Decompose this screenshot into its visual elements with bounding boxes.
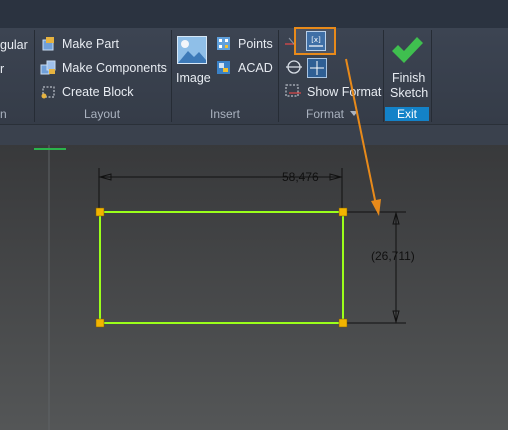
show-format-icon bbox=[285, 84, 301, 97]
cut-off-panel-label: n bbox=[0, 107, 7, 121]
svg-text:[x]: [x] bbox=[311, 36, 321, 44]
panel-separator bbox=[278, 30, 279, 122]
image-label: Image bbox=[176, 71, 211, 85]
acad-label: ACAD bbox=[238, 61, 273, 75]
grip-point[interactable] bbox=[95, 207, 105, 217]
panel-separator bbox=[431, 30, 432, 122]
show-format-label: Show Format bbox=[307, 85, 382, 99]
vertical-dimension-value[interactable]: (26,711) bbox=[371, 249, 415, 263]
grip-point[interactable] bbox=[338, 207, 348, 217]
layout-panel-label: Layout bbox=[84, 107, 121, 121]
horizontal-dimension-value[interactable]: 58,476 bbox=[282, 170, 319, 184]
points-icon bbox=[217, 37, 230, 50]
acad-icon bbox=[217, 61, 230, 74]
centerline-icon[interactable] bbox=[285, 58, 303, 76]
exit-panel-label: Exit bbox=[396, 107, 417, 121]
panel-separator bbox=[383, 30, 384, 122]
create-block-label: Create Block bbox=[62, 85, 134, 99]
format-panel-label: Format bbox=[306, 107, 345, 121]
make-components-label: Make Components bbox=[62, 61, 167, 75]
finish-sketch-label-line1: Finish bbox=[392, 71, 426, 85]
cut-off-command-label-2[interactable]: r bbox=[0, 62, 4, 76]
grip-point[interactable] bbox=[95, 318, 105, 328]
cut-off-command-label[interactable]: gular bbox=[0, 38, 28, 52]
panel-separator bbox=[171, 30, 172, 122]
insert-panel-label: Insert bbox=[210, 107, 241, 121]
checkmark-icon bbox=[392, 37, 423, 63]
create-block-icon bbox=[41, 86, 55, 99]
finish-sketch-label-line2: Sketch bbox=[390, 86, 429, 100]
points-label: Points bbox=[238, 37, 273, 51]
graphics-canvas[interactable]: 58,476 (26,711) bbox=[0, 145, 508, 430]
make-part-label: Make Part bbox=[62, 37, 119, 51]
center-point-icon[interactable] bbox=[307, 58, 327, 78]
driven-dimension-icon: [x] bbox=[306, 31, 326, 51]
make-part-icon bbox=[42, 37, 54, 51]
panel-separator bbox=[34, 30, 35, 122]
make-components-icon bbox=[40, 60, 56, 75]
sketch-rectangle[interactable] bbox=[99, 211, 344, 324]
ribbon-lower-strip bbox=[0, 124, 508, 145]
grip-point[interactable] bbox=[338, 318, 348, 328]
image-icon bbox=[177, 36, 207, 64]
ribbon-top-bar bbox=[0, 0, 508, 28]
sketch-geometry bbox=[34, 145, 406, 430]
format-dropdown-arrow-icon[interactable] bbox=[350, 111, 358, 117]
